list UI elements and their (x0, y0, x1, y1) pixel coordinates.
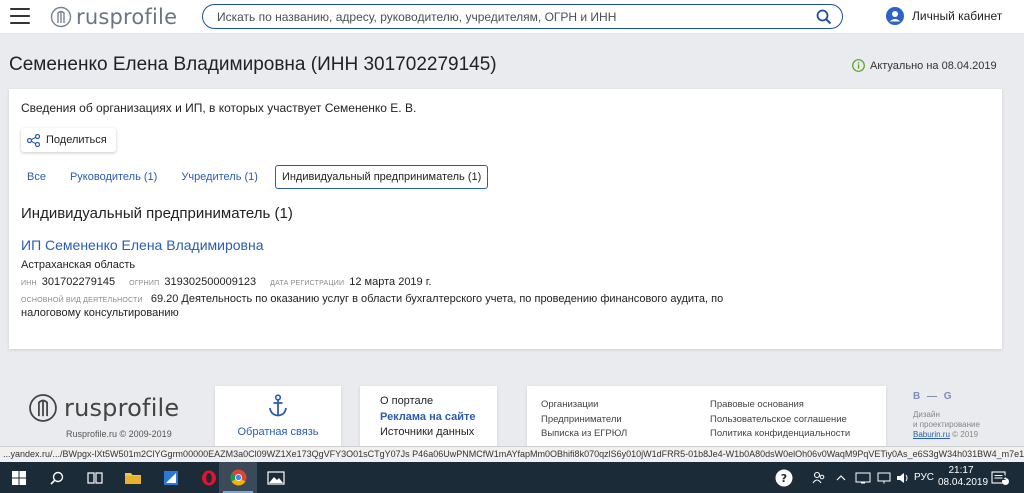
tray-display-icon[interactable] (855, 462, 871, 493)
footer-links-col2: Правовые основания Пользовательское согл… (710, 398, 850, 442)
reg-date-value: 12 марта 2019 г. (349, 276, 432, 288)
section-title: Индивидуальный предприниматель (1) (21, 205, 293, 222)
footer-links-col1: Организации Предприниматели Выписка из Е… (541, 398, 627, 442)
app-icon[interactable] (152, 462, 190, 493)
tray-lang[interactable]: РУС (914, 462, 934, 493)
top-bar: rusprofile Личный кабинет (0, 0, 1024, 34)
svg-text:?: ? (781, 472, 787, 485)
menu-icon[interactable] (10, 8, 30, 24)
design-line1: Дизайн (913, 410, 940, 419)
ip-region: Астраханская область (21, 259, 136, 271)
search-bar (202, 4, 843, 29)
feedback-label: Обратная связь (237, 426, 319, 438)
logo-mark-icon (50, 6, 72, 28)
task-view-icon[interactable] (76, 462, 114, 493)
taskbar-search-icon[interactable] (38, 462, 76, 493)
file-explorer-icon[interactable] (114, 462, 152, 493)
ogrnip-label: ОГРНИП (129, 280, 160, 287)
tab-all[interactable]: Все (20, 165, 53, 189)
photos-icon[interactable] (257, 462, 295, 493)
account-link[interactable]: Личный кабинет (886, 7, 1002, 25)
portal-links: О портале Реклама на сайте Источники дан… (360, 386, 497, 446)
feedback-box[interactable]: Обратная связь (215, 386, 341, 446)
footer-link-orgs[interactable]: Организации (541, 398, 627, 413)
footer-logo[interactable]: rusprofile (28, 393, 179, 423)
inn-label: ИНН (21, 280, 37, 287)
footer-copyright: Rusprofile.ru © 2009-2019 (66, 429, 172, 439)
portal-ads-link[interactable]: Реклама на сайте (380, 410, 497, 426)
footer-link-privacy[interactable]: Политика конфиденциальности (710, 427, 850, 442)
design-logo: B — G (913, 391, 954, 402)
notification-count: 2 (1002, 475, 1006, 482)
portal-about-link[interactable]: О портале (380, 394, 497, 410)
tab-entrepreneur[interactable]: Индивидуальный предприниматель (1) (274, 165, 489, 189)
notifications-icon[interactable]: 2 (991, 462, 1009, 493)
site-logo[interactable]: rusprofile (50, 5, 177, 29)
share-label: Поделиться (46, 134, 107, 146)
windows-taskbar: ? РУС 21:17 08.04.2019 2 (0, 462, 1024, 493)
actual-date: Актуально на 08.04.2019 (852, 59, 997, 72)
share-icon (27, 133, 40, 147)
search-input[interactable] (217, 5, 817, 28)
design-link[interactable]: Baburin.ru (913, 430, 950, 439)
design-year: © 2019 (952, 430, 979, 439)
activity-label: ОСНОВНОЙ ВИД ДЕЯТЕЛЬНОСТИ (21, 297, 143, 304)
footer-link-legal[interactable]: Правовые основания (710, 398, 850, 413)
design-credit: B — G Дизайн и проектирование Baburin.ru… (913, 392, 980, 440)
account-label: Личный кабинет (912, 9, 1003, 23)
page-title: Семененко Елена Владимировна (ИНН 301702… (9, 54, 497, 75)
participation-card: Сведения об организациях и ИП, в которых… (9, 89, 1002, 349)
tray-clock[interactable]: 21:17 08.04.2019 (938, 465, 989, 489)
tray-chevron-up-icon[interactable] (836, 462, 846, 493)
tab-founder[interactable]: Учредитель (1) (174, 165, 265, 189)
role-tabs: Все Руководитель (1) Учредитель (1) Инди… (20, 165, 498, 189)
anchor-icon (269, 394, 287, 417)
reg-date-label: ДАТА РЕГИСТРАЦИИ (270, 280, 345, 287)
tray-people-icon[interactable] (812, 462, 826, 493)
portal-sources-link[interactable]: Источники данных (380, 425, 497, 441)
footer-logo-mark-icon (29, 394, 57, 422)
footer-logo-text: rusprofile (64, 394, 180, 422)
logo-text: rusprofile (76, 5, 178, 29)
footer-link-egrul[interactable]: Выписка из ЕГРЮЛ (541, 427, 627, 442)
search-icon[interactable] (816, 9, 832, 25)
ip-meta: ИНН 301702279145 ОГРНИП 319302500009123 … (21, 276, 445, 288)
status-url: ...yandex.ru/.../BWpgx-lXt5W501m2ClYGgrm… (0, 446, 1024, 462)
actual-date-label: Актуально на 08.04.2019 (870, 59, 997, 72)
tab-manager[interactable]: Руководитель (1) (63, 165, 164, 189)
user-avatar-icon (886, 7, 904, 25)
inn-value: 301702279145 (41, 276, 116, 288)
tray-help-icon[interactable]: ? (775, 462, 793, 493)
card-subtitle: Сведения об организациях и ИП, в которых… (21, 101, 417, 115)
windows-start-icon[interactable] (0, 462, 38, 493)
design-line2: и проектирование (913, 420, 980, 429)
tray-network-icon[interactable] (877, 462, 891, 493)
footer-link-agreement[interactable]: Пользовательское соглашение (710, 413, 850, 428)
ip-activity: ОСНОВНОЙ ВИД ДЕЯТЕЛЬНОСТИ 69.20 Деятельн… (21, 293, 741, 320)
ogrnip-value: 319302500009123 (164, 276, 257, 288)
ip-name-link[interactable]: ИП Семененко Елена Владимировна (21, 237, 263, 253)
info-icon (852, 59, 865, 72)
chrome-icon[interactable] (219, 462, 257, 493)
tray-volume-icon[interactable] (896, 462, 910, 493)
clock-date: 08.04.2019 (938, 477, 989, 488)
footer-links: Организации Предприниматели Выписка из Е… (527, 386, 886, 446)
share-button[interactable]: Поделиться (21, 128, 116, 152)
clock-time: 21:17 (948, 465, 974, 476)
footer-link-entrepreneurs[interactable]: Предприниматели (541, 413, 627, 428)
